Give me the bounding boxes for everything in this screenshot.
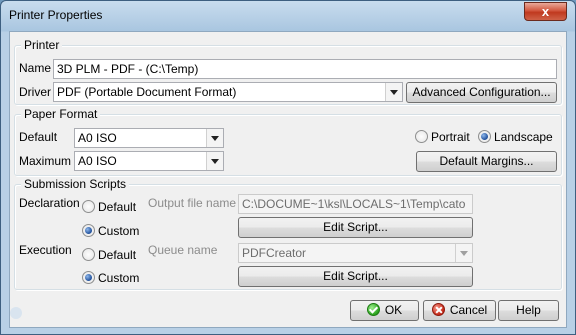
printer-name-field[interactable]: 3D PLM - PDF - (C:\Temp)	[53, 59, 557, 79]
printer-legend: Printer	[21, 38, 63, 52]
execution-default-radio[interactable]	[82, 248, 95, 261]
portrait-label[interactable]: Portrait	[431, 130, 470, 144]
dialog-decoration-icon	[10, 307, 22, 319]
default-format-select[interactable]: A0 ISO	[74, 128, 224, 148]
window-title: Printer Properties	[9, 8, 103, 22]
chevron-down-icon[interactable]	[206, 152, 223, 170]
portrait-radio[interactable]	[415, 130, 428, 143]
submission-scripts-legend: Submission Scripts	[21, 177, 130, 191]
queue-name-select[interactable]: PDFCreator	[238, 243, 473, 263]
printer-properties-window: Printer Properties x Printer Name 3D PLM…	[0, 0, 576, 335]
chevron-down-icon[interactable]	[206, 129, 223, 147]
cancel-button[interactable]: Cancel	[423, 300, 496, 321]
default-format-value: A0 ISO	[78, 131, 117, 145]
output-file-name-label: Output file name	[148, 196, 237, 210]
paper-format-legend: Paper Format	[21, 107, 101, 121]
maximum-format-value: A0 ISO	[78, 154, 117, 168]
chevron-down-icon[interactable]	[385, 83, 402, 101]
default-margins-button[interactable]: Default Margins...	[416, 151, 557, 172]
cancel-label: Cancel	[449, 303, 488, 317]
driver-select-value: PDF (Portable Document Format)	[57, 85, 237, 99]
declaration-default-radio[interactable]	[82, 200, 95, 213]
cancel-icon	[431, 303, 445, 316]
ok-button[interactable]: OK	[350, 300, 419, 321]
name-label: Name	[19, 61, 52, 75]
advanced-configuration-button[interactable]: Advanced Configuration...	[406, 82, 557, 103]
landscape-label[interactable]: Landscape	[494, 130, 553, 144]
edit-script-execution-button[interactable]: Edit Script...	[238, 266, 473, 287]
default-format-label: Default	[19, 130, 58, 144]
check-icon	[366, 303, 380, 316]
declaration-label: Declaration	[19, 196, 80, 210]
close-button[interactable]: x	[524, 2, 567, 21]
output-file-name-field[interactable]: C:\DOCUME~1\ksl\LOCALS~1\Temp\cato	[238, 194, 473, 214]
execution-default-label[interactable]: Default	[98, 248, 136, 262]
declaration-custom-label[interactable]: Custom	[98, 224, 139, 238]
help-button[interactable]: Help	[498, 300, 559, 321]
maximum-format-select[interactable]: A0 ISO	[74, 151, 224, 171]
landscape-radio[interactable]	[478, 130, 491, 143]
declaration-custom-radio[interactable]	[82, 224, 95, 237]
chevron-down-icon[interactable]	[455, 244, 472, 262]
declaration-default-label[interactable]: Default	[98, 200, 136, 214]
ok-label: OK	[384, 303, 403, 317]
dialog-client: Printer Name 3D PLM - PDF - (C:\Temp) Dr…	[9, 31, 567, 328]
maximum-format-label: Maximum	[19, 154, 72, 168]
driver-select[interactable]: PDF (Portable Document Format)	[53, 82, 403, 102]
execution-custom-label[interactable]: Custom	[98, 271, 139, 285]
queue-name-value: PDFCreator	[242, 246, 307, 260]
driver-label: Driver	[19, 85, 51, 99]
execution-custom-radio[interactable]	[82, 271, 95, 284]
queue-name-label: Queue name	[148, 243, 218, 257]
execution-label: Execution	[19, 243, 72, 257]
edit-script-declaration-button[interactable]: Edit Script...	[238, 217, 473, 238]
title-bar[interactable]: Printer Properties x	[1, 1, 575, 29]
